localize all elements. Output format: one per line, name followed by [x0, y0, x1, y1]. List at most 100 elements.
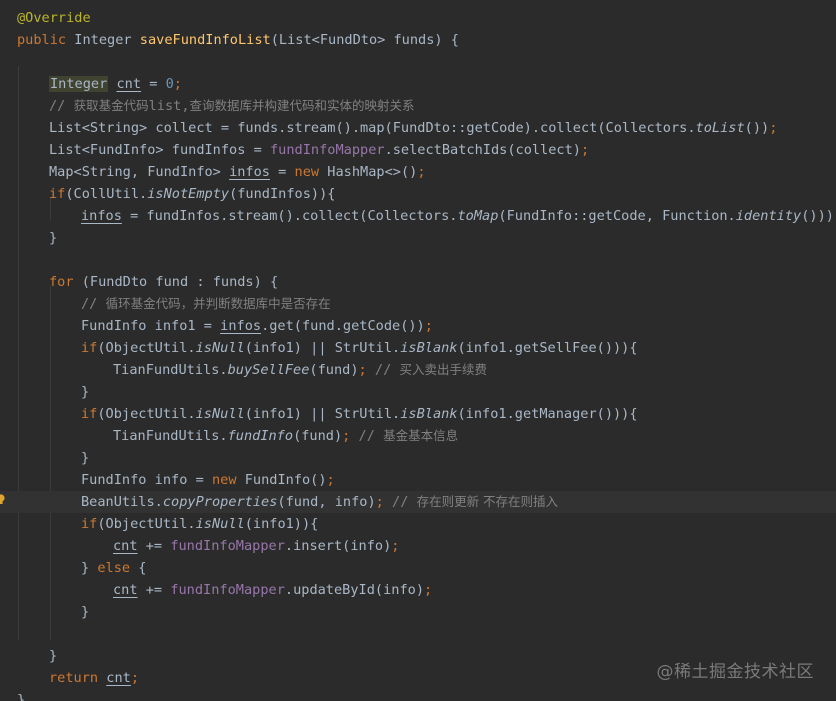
code-token: if	[81, 516, 98, 532]
code-token: (fund)	[293, 428, 343, 444]
code-token: =	[141, 76, 166, 92]
code-line[interactable]: public Integer saveFundInfoList(List<Fun…	[0, 29, 836, 51]
code-token: List<FundInfo> fundInfos =	[49, 142, 270, 158]
code-token: Integer	[74, 32, 140, 48]
code-line[interactable]: }	[0, 689, 836, 701]
code-token: FundInfo()	[244, 472, 327, 488]
code-token: 0	[165, 76, 174, 92]
code-token: identity	[735, 208, 802, 224]
code-token: fundInfo	[227, 428, 294, 444]
code-token: ;	[326, 472, 335, 488]
code-token: (FundInfo::getCode, Function.	[498, 208, 736, 224]
code-token: List<String> collect = funds.stream().ma…	[49, 120, 696, 136]
code-token: infos	[229, 164, 270, 180]
code-line[interactable]	[0, 249, 836, 271]
code-line[interactable]	[0, 51, 836, 73]
code-token: fundInfoMapper	[170, 538, 285, 554]
watermark: @稀土掘金技术社区	[656, 662, 814, 682]
code-token: ;	[391, 538, 400, 554]
code-line[interactable]: if(CollUtil.isNotEmpty(fundInfos)){	[0, 183, 836, 205]
code-line[interactable]: @Override	[0, 7, 836, 29]
code-token: infos	[81, 208, 122, 224]
code-token: infos	[220, 318, 262, 334]
code-line[interactable]: // 循环基金代码，并判断数据库中是否存在	[0, 293, 836, 315]
code-line[interactable]: } else {	[0, 557, 836, 579]
code-line[interactable]: if(ObjectUtil.isNull(info1)){	[0, 513, 836, 535]
code-token: new	[294, 164, 328, 180]
code-line[interactable]: }	[0, 381, 836, 403]
code-token: (ObjectUtil.	[97, 516, 196, 532]
code-token: TianFundUtils.	[113, 362, 228, 378]
code-line[interactable]: Integer cnt = 0;	[0, 73, 836, 95]
code-token: ;	[424, 318, 433, 334]
code-token: 循环基金代码，并判断数据库中是否存在	[105, 296, 331, 311]
code-token: +=	[137, 538, 171, 554]
code-line[interactable]: cnt += fundInfoMapper.updateById(info);	[0, 579, 836, 601]
code-token: //	[366, 362, 400, 378]
code-token: fundInfoMapper	[269, 142, 385, 158]
code-line[interactable]: BeanUtils.copyProperties(fund, info); //…	[0, 491, 836, 513]
code-token: cnt	[113, 582, 138, 598]
code-token: (info1)){	[244, 516, 319, 532]
code-token: fundInfoMapper	[170, 582, 285, 598]
code-token: if	[81, 340, 98, 356]
code-token: toMap	[457, 208, 499, 224]
code-token: }	[81, 560, 98, 576]
code-token: .selectBatchIds(collect)	[384, 142, 581, 158]
code-token: 获取基金代码	[73, 98, 149, 113]
code-token: ;	[130, 670, 140, 686]
code-token: 买入卖出手续费	[399, 362, 487, 377]
code-line[interactable]: infos = fundInfos.stream().collect(Colle…	[0, 205, 836, 227]
code-token: //	[81, 296, 106, 312]
code-token: public	[17, 32, 75, 48]
code-token: copyProperties	[162, 494, 278, 510]
code-line[interactable]: cnt += fundInfoMapper.insert(info);	[0, 535, 836, 557]
code-token: new	[211, 472, 245, 488]
code-line[interactable]: List<String> collect = funds.stream().ma…	[0, 117, 836, 139]
code-line[interactable]: FundInfo info1 = infos.get(fund.getCode(…	[0, 315, 836, 337]
code-token: if	[49, 186, 66, 202]
code-token: //	[49, 98, 74, 114]
code-token: 存在则更新 不存在则插入	[416, 494, 559, 509]
code-token: (info1) || StrUtil.	[244, 406, 401, 422]
code-token: (info1.getSellFee())){	[457, 340, 638, 356]
code-line[interactable]: FundInfo info = new FundInfo();	[0, 469, 836, 491]
code-token: .get(fund.getCode())	[261, 318, 425, 334]
code-token: isNull	[195, 340, 245, 356]
code-line[interactable]: List<FundInfo> fundInfos = fundInfoMappe…	[0, 139, 836, 161]
code-token: (info1.getManager())){	[457, 406, 638, 422]
code-token: ;	[424, 582, 433, 598]
code-token: = fundInfos.stream().collect(Collectors.	[121, 208, 458, 224]
code-token: (List<FundDto> funds) {	[270, 32, 459, 48]
code-token: }	[81, 384, 90, 400]
code-line[interactable]: }	[0, 447, 836, 469]
code-token: (fundInfos)){	[229, 186, 336, 202]
code-line[interactable]	[0, 623, 836, 645]
code-token: isNull	[195, 406, 245, 422]
code-token: Map<String, FundInfo>	[49, 164, 230, 180]
code-token: =	[269, 164, 295, 180]
code-line[interactable]: // 获取基金代码list,查询数据库并构建代码和实体的映射关系	[0, 95, 836, 117]
code-token: (info1) || StrUtil.	[244, 340, 401, 356]
code-token: 基金基本信息	[383, 428, 459, 443]
code-line[interactable]: TianFundUtils.fundInfo(fund); // 基金基本信息	[0, 425, 836, 447]
code-line[interactable]: for (FundDto fund : funds) {	[0, 271, 836, 293]
code-line[interactable]: }	[0, 601, 836, 623]
code-line[interactable]: if(ObjectUtil.isNull(info1) || StrUtil.i…	[0, 403, 836, 425]
code-token: {	[138, 560, 147, 576]
code-token: list,	[148, 98, 190, 114]
code-line[interactable]: }	[0, 227, 836, 249]
code-token: .updateById(info)	[284, 582, 425, 598]
lightbulb-icon[interactable]	[0, 494, 5, 505]
code-token: (FundDto fund : funds) {	[81, 274, 279, 290]
code-token: (fund, info)	[277, 494, 376, 510]
code-editor[interactable]: @Override public Integer saveFundInfoList…	[0, 0, 836, 701]
code-line[interactable]: TianFundUtils.buySellFee(fund); // 买入卖出手…	[0, 359, 836, 381]
code-token: isNotEmpty	[147, 186, 230, 202]
code-line[interactable]: Map<String, FundInfo> infos = new HashMa…	[0, 161, 836, 183]
code-token: }	[81, 604, 90, 620]
code-token: //	[350, 428, 384, 444]
code-token: ())	[744, 120, 770, 136]
code-token: (ObjectUtil.	[97, 406, 196, 422]
code-line[interactable]: if(ObjectUtil.isNull(info1) || StrUtil.i…	[0, 337, 836, 359]
